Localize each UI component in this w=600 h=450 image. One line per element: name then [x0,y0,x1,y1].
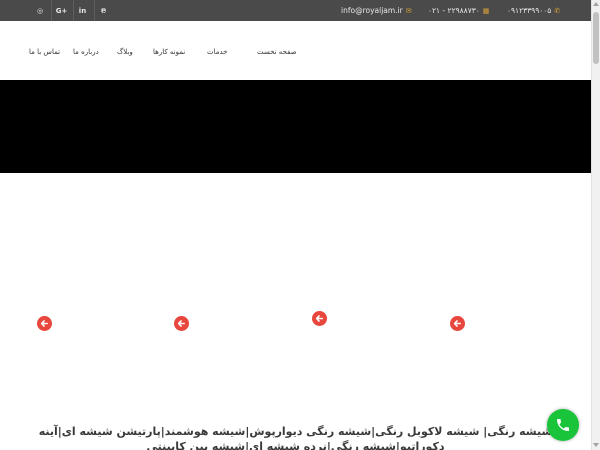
pinterest-icon[interactable]: ℗ [94,0,112,21]
page-scrollbar[interactable] [591,0,600,450]
scrollbar-thumb[interactable] [593,12,599,64]
nav-item-home[interactable]: صفحه نخست [257,48,297,56]
phone-icon: ✆ [554,6,561,15]
main-navbar: تماس با ما درباره ما وبلاگ نمونه کارها خ… [0,21,591,80]
tags-text: شیشه رنگی| شیشه لاکوبل رنگی|شیشه رنگی دی… [38,425,553,450]
phone-call-icon [557,419,569,431]
nav-item-blog[interactable]: وبلاگ [117,48,133,56]
google-plus-icon[interactable]: G+ [51,0,71,21]
instagram-icon[interactable]: ◎ [31,0,49,21]
arrow-left-icon[interactable] [312,311,327,326]
envelope-icon: ✉ [405,6,412,15]
top-bar: ◎ G+ in ℗ info@royaljam.ir ✉ ۰۲۱ - ۲۲۹۸۸… [0,0,591,21]
hero-banner [0,80,591,173]
scroll-up-arrow-icon[interactable] [593,2,599,6]
nav-item-about[interactable]: درباره ما [73,48,99,56]
building-icon: ▦ [482,6,490,15]
nav-item-portfolio[interactable]: نمونه کارها [153,48,185,56]
email-contact[interactable]: info@royaljam.ir ✉ [341,0,412,21]
nav-item-services[interactable]: خدمات [207,48,227,56]
email-text[interactable]: info@royaljam.ir [341,6,403,15]
call-button[interactable] [547,409,579,441]
arrow-left-icon[interactable] [37,316,52,331]
mobile-phone-text[interactable]: ۰۹۱۲۳۳۹۹۰۰۵ [507,6,551,15]
linkedin-icon[interactable]: in [73,0,91,21]
arrow-left-icon[interactable] [174,316,189,331]
nav-item-contact[interactable]: تماس با ما [29,48,60,56]
office-phone-contact[interactable]: ۰۲۱ - ۲۲۹۸۸۷۳۰ ▦ [428,0,489,21]
mobile-phone-contact[interactable]: ۰۹۱۲۳۳۹۹۰۰۵ ✆ [507,0,560,21]
arrow-left-icon[interactable] [450,316,465,331]
office-phone-text[interactable]: ۰۲۱ - ۲۲۹۸۸۷۳۰ [428,6,480,15]
scroll-down-arrow-icon[interactable] [593,443,599,447]
